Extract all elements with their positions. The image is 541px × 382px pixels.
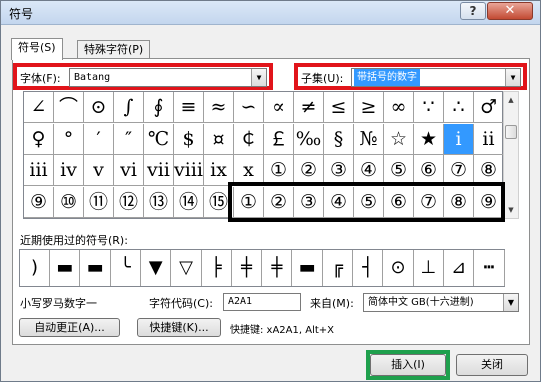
- chevron-down-icon[interactable]: ▼: [505, 69, 520, 86]
- symbol-cell[interactable]: ⅲ: [24, 155, 54, 186]
- chevron-down-icon[interactable]: ▼: [503, 294, 518, 311]
- recent-symbol-cell[interactable]: ⊿: [444, 250, 475, 286]
- recent-symbol-cell[interactable]: ▽: [172, 250, 202, 286]
- title-bar: 符号 ? ✕: [1, 1, 540, 25]
- symbol-cell[interactable]: ⅴ: [84, 155, 114, 186]
- symbol-cell[interactable]: $: [174, 123, 204, 155]
- tab-special-characters[interactable]: 特殊字符(P): [77, 40, 151, 59]
- scroll-thumb[interactable]: [505, 125, 517, 139]
- scroll-down-icon[interactable]: ▼: [504, 202, 518, 218]
- symbol-cell[interactable]: ⑫: [114, 186, 144, 218]
- symbol-cell[interactable]: ∽: [234, 92, 264, 123]
- subset-select[interactable]: 带括号的数字 ▼: [351, 68, 521, 87]
- recent-symbol-cell[interactable]: ▬: [81, 250, 111, 286]
- tab-symbols[interactable]: 符号(S): [11, 38, 63, 60]
- recent-symbol-cell[interactable]: ╰: [111, 250, 141, 286]
- recent-symbols-grid: ) ▬ ▬ ╰ ▼ ▽ ╞ ╪ ╪ ▬ ╔ ┤ ⊙ ⊥ ⊿ ┅: [19, 249, 505, 287]
- recent-symbol-cell[interactable]: ╞: [202, 250, 232, 286]
- symbol-cell[interactable]: ≡: [174, 92, 204, 123]
- autocorrect-button[interactable]: 自动更正(A)...: [19, 318, 120, 337]
- symbol-cell[interactable]: ≥: [354, 92, 384, 123]
- symbol-cell[interactable]: ☆: [384, 123, 414, 155]
- recent-symbol-cell[interactable]: ⊙: [384, 250, 414, 286]
- symbol-cell[interactable]: ⅰ: [444, 123, 474, 155]
- symbol-cell[interactable]: ∫: [114, 92, 144, 123]
- symbol-cell[interactable]: ∞: [384, 92, 414, 123]
- circled-numbers-highlight-box: [228, 182, 505, 222]
- symbol-cell[interactable]: ⊙: [84, 92, 114, 123]
- recent-symbol-cell[interactable]: ): [20, 250, 50, 286]
- recent-symbol-cell[interactable]: ┤: [353, 250, 384, 286]
- font-value: Batang: [74, 72, 111, 83]
- recent-symbol-cell[interactable]: ┅: [475, 250, 505, 286]
- symbol-cell[interactable]: ′: [84, 123, 114, 155]
- symbol-cell[interactable]: ⑭: [174, 186, 204, 218]
- symbol-cell[interactable]: ⅷ: [174, 155, 204, 186]
- font-select[interactable]: Batang ▼: [69, 68, 267, 87]
- close-button[interactable]: 关闭: [456, 354, 528, 376]
- symbol-cell[interactable]: ≠: [294, 92, 324, 123]
- symbol-cell[interactable]: ★: [414, 123, 444, 155]
- symbol-cell[interactable]: ∮: [144, 92, 174, 123]
- recent-symbol-cell[interactable]: ╪: [262, 250, 293, 286]
- recent-symbol-cell[interactable]: ▬: [293, 250, 323, 286]
- symbol-cell[interactable]: ￡: [264, 123, 294, 155]
- symbol-cell[interactable]: ⌒: [54, 92, 84, 123]
- symbol-cell[interactable]: ≤: [324, 92, 354, 123]
- symbol-cell[interactable]: ‰: [294, 123, 324, 155]
- recent-symbol-cell[interactable]: ⊥: [414, 250, 444, 286]
- symbol-cell[interactable]: ∵: [414, 92, 444, 123]
- recent-symbol-cell[interactable]: ╪: [232, 250, 263, 286]
- recent-symbol-cell[interactable]: ╔: [323, 250, 353, 286]
- symbol-dialog: 符号 ? ✕ 符号(S) 特殊字符(P) 字体(F): Batang ▼ 子集(…: [0, 0, 541, 382]
- character-name: 小写罗马数字一: [20, 297, 97, 310]
- font-label: 字体(F):: [20, 72, 61, 85]
- symbol-cell[interactable]: ⑩: [54, 186, 84, 218]
- symbol-cell[interactable]: ⑨: [24, 186, 54, 218]
- symbol-cell[interactable]: ￠: [234, 123, 264, 155]
- symbol-cell[interactable]: ⅱ: [474, 123, 504, 155]
- symbol-cell[interactable]: ⅳ: [54, 155, 84, 186]
- symbol-cell[interactable]: §: [324, 123, 354, 155]
- help-button[interactable]: ?: [460, 2, 486, 20]
- close-window-button[interactable]: ✕: [487, 2, 533, 20]
- char-code-label: 字符代码(C):: [149, 297, 213, 310]
- symbol-cell[interactable]: ≈: [204, 92, 234, 123]
- subset-label: 子集(U):: [301, 72, 344, 85]
- shortcut-key-button[interactable]: 快捷键(K)...: [137, 318, 221, 337]
- from-label: 来自(M):: [310, 297, 354, 310]
- symbol-cell[interactable]: ⅵ: [114, 155, 144, 186]
- subset-value: 带括号的数字: [354, 69, 420, 86]
- char-code-input[interactable]: A2A1: [223, 293, 301, 311]
- insert-highlight-box: [366, 350, 450, 380]
- symbol-scrollbar[interactable]: ▲ ▼: [503, 91, 519, 219]
- scroll-up-icon[interactable]: ▲: [504, 92, 518, 108]
- symbol-cell[interactable]: №: [354, 123, 384, 155]
- symbol-cell[interactable]: ∝: [264, 92, 294, 123]
- recent-symbol-cell[interactable]: ▬: [50, 250, 81, 286]
- symbol-cell[interactable]: ∠: [24, 92, 54, 123]
- symbol-cell[interactable]: ⑪: [84, 186, 114, 218]
- symbol-cell[interactable]: ℃: [144, 123, 174, 155]
- symbol-cell[interactable]: ♂: [474, 92, 504, 123]
- from-select[interactable]: 简体中文 GB(十六进制) ▼: [363, 293, 519, 312]
- symbol-cell[interactable]: ″: [114, 123, 144, 155]
- symbol-cell[interactable]: °: [54, 123, 84, 155]
- symbol-cell[interactable]: ⑬: [144, 186, 174, 218]
- shortcut-info: 快捷键: xA2A1, Alt+X: [230, 325, 334, 336]
- symbol-cell[interactable]: ∴: [444, 92, 474, 123]
- recent-symbols-label: 近期使用过的符号(R):: [20, 234, 128, 247]
- dialog-title: 符号: [9, 7, 34, 21]
- from-value: 简体中文 GB(十六进制): [368, 297, 474, 308]
- recent-symbol-cell[interactable]: ▼: [141, 250, 172, 286]
- symbol-cell[interactable]: ¤: [204, 123, 234, 155]
- symbol-cell[interactable]: ⅶ: [144, 155, 174, 186]
- symbol-cell[interactable]: ♀: [24, 123, 54, 155]
- chevron-down-icon[interactable]: ▼: [251, 69, 266, 86]
